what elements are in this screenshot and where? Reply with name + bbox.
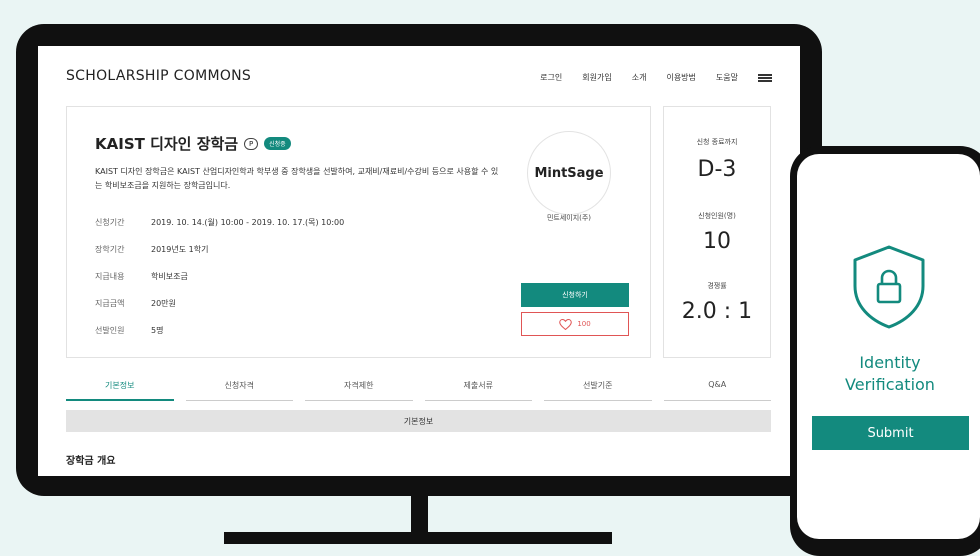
detail-row: 선발인원 5명 bbox=[95, 325, 344, 352]
detail-row: 지급내용 학비보조금 bbox=[95, 271, 344, 298]
deadline-value: D-3 bbox=[697, 157, 737, 182]
apply-button[interactable]: 신청하기 bbox=[521, 283, 629, 307]
detail-row: 장학기간 2019년도 1학기 bbox=[95, 244, 344, 271]
like-count: 100 bbox=[577, 320, 591, 328]
nav-how-to-use[interactable]: 이용방법 bbox=[666, 72, 695, 83]
scholarship-card: KAIST 디자인 장학금 P 신청중 KAIST 디자인 장학금은 KAIST… bbox=[66, 106, 651, 358]
verification-title-line2: Verification bbox=[845, 375, 935, 394]
applicants-value: 10 bbox=[703, 229, 731, 254]
nav-signup[interactable]: 회원가입 bbox=[582, 72, 611, 83]
detail-key: 장학기간 bbox=[95, 245, 125, 254]
tab-eligibility[interactable]: 신청자격 bbox=[185, 380, 293, 401]
competition-label: 경쟁률 bbox=[707, 282, 727, 290]
status-badge: 신청중 bbox=[264, 137, 291, 150]
monitor-neck bbox=[411, 496, 428, 532]
like-button[interactable]: 100 bbox=[521, 312, 629, 336]
detail-value: 2019. 10. 14.(월) 10:00 - 2019. 10. 17.(목… bbox=[151, 218, 345, 227]
tab-qna[interactable]: Q&A bbox=[663, 380, 771, 401]
tab-selection-criteria[interactable]: 선발기준 bbox=[544, 380, 652, 401]
hamburger-menu-icon[interactable] bbox=[758, 73, 772, 82]
tab-documents[interactable]: 제출서류 bbox=[424, 380, 532, 401]
stats-panel: 신청 종료까지 D-3 신청인원(명) 10 경쟁률 2.0 : 1 bbox=[663, 106, 771, 358]
scholarship-description: KAIST 디자인 장학금은 KAIST 산업디자인학과 학부생 중 장학생을 … bbox=[95, 167, 499, 190]
detail-row: 신청기간 2019. 10. 14.(월) 10:00 - 2019. 10. … bbox=[95, 217, 344, 244]
tab-restrictions[interactable]: 자격제한 bbox=[305, 380, 413, 401]
chat-icon[interactable]: P bbox=[244, 137, 259, 150]
shield-lock-icon bbox=[853, 245, 925, 329]
phone-screen bbox=[797, 154, 980, 539]
detail-row: 지급금액 20만원 bbox=[95, 298, 344, 325]
competition-value: 2.0 : 1 bbox=[681, 299, 753, 324]
detail-value: 5명 bbox=[151, 326, 164, 335]
tab-basic-info[interactable]: 기본정보 bbox=[66, 380, 174, 401]
nav-help[interactable]: 도움말 bbox=[716, 72, 738, 83]
site-brand[interactable]: SCHOLARSHIP COMMONS bbox=[66, 68, 251, 84]
section-bar: 기본정보 bbox=[66, 410, 771, 432]
detail-value: 학비보조금 bbox=[151, 272, 188, 281]
monitor-screen: SCHOLARSHIP COMMONS 로그인 회원가입 소개 이용방법 도움말… bbox=[38, 46, 800, 476]
nav-about[interactable]: 소개 bbox=[632, 72, 647, 83]
heart-icon bbox=[559, 318, 573, 330]
deadline-label: 신청 종료까지 bbox=[696, 138, 738, 146]
detail-key: 지급내용 bbox=[95, 272, 125, 281]
sponsor-name: 민트세이지(주) bbox=[546, 214, 592, 222]
sponsor-logo: MintSage bbox=[527, 131, 611, 215]
scholarship-title-row: KAIST 디자인 장학금 P 신청중 bbox=[95, 133, 291, 154]
detail-key: 지급금액 bbox=[95, 299, 125, 308]
nav-login[interactable]: 로그인 bbox=[540, 72, 562, 83]
scholarship-title: KAIST 디자인 장학금 bbox=[95, 135, 239, 153]
detail-value: 20만원 bbox=[151, 299, 176, 308]
detail-key: 신청기간 bbox=[95, 218, 125, 227]
top-nav: 로그인 회원가입 소개 이용방법 도움말 bbox=[540, 72, 772, 83]
applicants-label: 신청인원(명) bbox=[698, 212, 736, 220]
section-title: 장학금 개요 bbox=[66, 456, 116, 467]
scholarship-details: 신청기간 2019. 10. 14.(월) 10:00 - 2019. 10. … bbox=[95, 217, 344, 352]
verification-title-line1: Identity bbox=[859, 353, 921, 372]
submit-button[interactable]: Submit bbox=[812, 416, 969, 450]
verification-title: Identity Verification bbox=[812, 352, 968, 396]
monitor-base bbox=[224, 532, 612, 544]
detail-value: 2019년도 1학기 bbox=[151, 245, 209, 254]
detail-key: 선발인원 bbox=[95, 326, 125, 335]
detail-tabs: 기본정보 신청자격 자격제한 제출서류 선발기준 Q&A bbox=[66, 380, 771, 401]
